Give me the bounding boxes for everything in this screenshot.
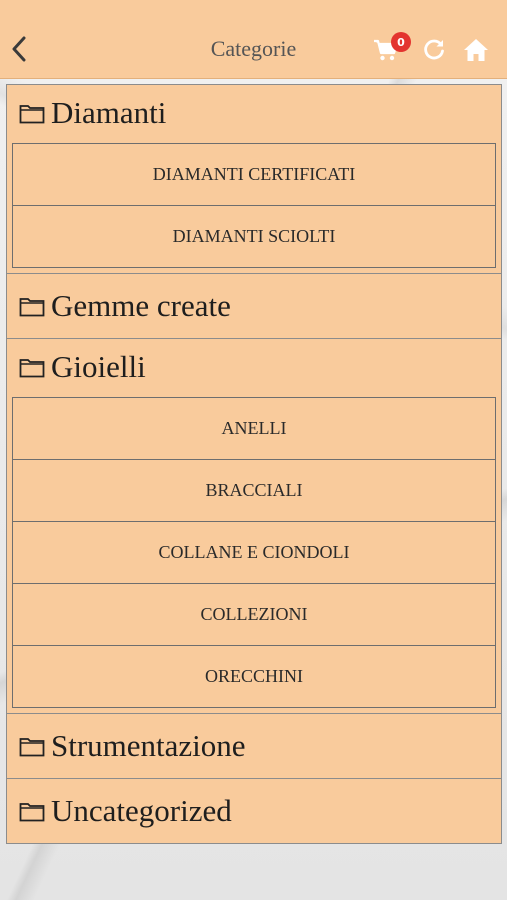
subcategory-anelli[interactable]: ANELLI: [13, 398, 495, 459]
category-panel: Diamanti DIAMANTI CERTIFICATI DIAMANTI S…: [6, 84, 502, 844]
back-button[interactable]: [6, 34, 32, 68]
category-label: Gemme create: [51, 288, 231, 323]
app-header: Categorie 0: [0, 0, 507, 79]
category-label: Diamanti: [51, 95, 167, 130]
category-label: Gioielli: [51, 349, 146, 384]
home-icon: [463, 38, 489, 66]
subcategory-list-diamanti: DIAMANTI CERTIFICATI DIAMANTI SCIOLTI: [12, 143, 496, 268]
chevron-left-icon: [11, 36, 27, 66]
folder-icon: [19, 800, 45, 822]
subcategory-diamanti-sciolti[interactable]: DIAMANTI SCIOLTI: [13, 205, 495, 267]
folder-icon: [19, 295, 45, 317]
category-uncategorized[interactable]: Uncategorized: [7, 778, 501, 843]
subcategory-bracciali[interactable]: BRACCIALI: [13, 459, 495, 521]
folder-icon: [19, 102, 45, 124]
category-strumentazione[interactable]: Strumentazione: [7, 713, 501, 778]
refresh-button[interactable]: [420, 38, 448, 66]
folder-icon: [19, 356, 45, 378]
category-diamanti[interactable]: Diamanti: [7, 85, 501, 141]
category-gemme-create[interactable]: Gemme create: [7, 273, 501, 338]
folder-icon: [19, 735, 45, 757]
subcategory-list-gioielli: ANELLI BRACCIALI COLLANE E CIONDOLI COLL…: [12, 397, 496, 708]
refresh-icon: [422, 38, 446, 66]
subcategory-collezioni[interactable]: COLLEZIONI: [13, 583, 495, 645]
subcategory-diamanti-certificati[interactable]: DIAMANTI CERTIFICATI: [13, 144, 495, 205]
home-button[interactable]: [462, 38, 490, 66]
category-label: Uncategorized: [51, 793, 232, 828]
subcategory-orecchini[interactable]: ORECCHINI: [13, 645, 495, 707]
category-gioielli[interactable]: Gioielli: [7, 338, 501, 395]
subcategory-collane-e-ciondoli[interactable]: COLLANE E CIONDOLI: [13, 521, 495, 583]
cart-count-badge: 0: [391, 32, 411, 52]
category-label: Strumentazione: [51, 728, 246, 763]
